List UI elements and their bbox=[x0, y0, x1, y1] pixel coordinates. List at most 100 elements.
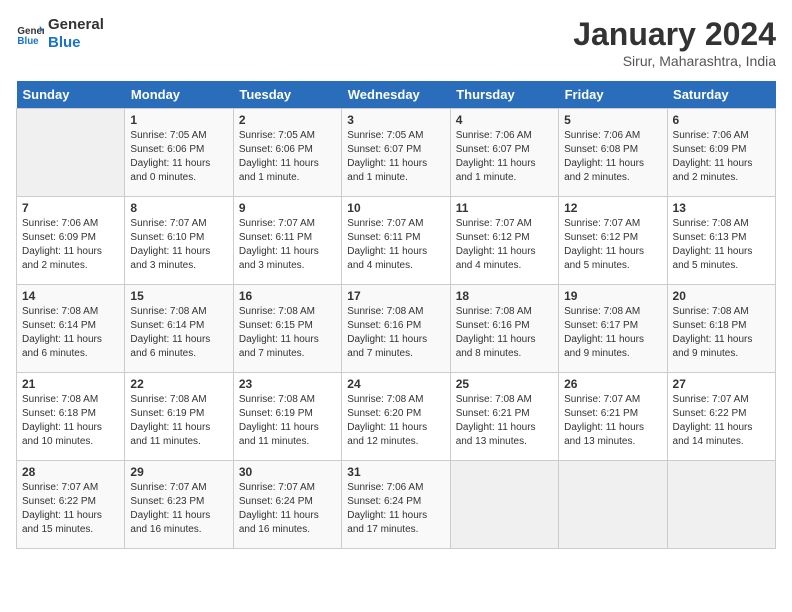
cell-info: Sunrise: 7:06 AMSunset: 6:24 PMDaylight:… bbox=[347, 481, 444, 537]
calendar-cell: 7 Sunrise: 7:06 AMSunset: 6:09 PMDaylight… bbox=[17, 197, 125, 285]
day-number: 17 bbox=[347, 289, 444, 303]
cell-info: Sunrise: 7:07 AMSunset: 6:23 PMDaylight:… bbox=[130, 481, 227, 537]
cell-info: Sunrise: 7:07 AMSunset: 6:12 PMDaylight:… bbox=[456, 217, 553, 273]
cell-info: Sunrise: 7:08 AMSunset: 6:18 PMDaylight:… bbox=[22, 393, 119, 449]
day-number: 8 bbox=[130, 201, 227, 215]
week-row-5: 28Sunrise: 7:07 AMSunset: 6:22 PMDayligh… bbox=[17, 461, 776, 549]
day-number: 25 bbox=[456, 377, 553, 391]
day-number: 30 bbox=[239, 465, 336, 479]
calendar-cell: 13Sunrise: 7:08 AMSunset: 6:13 PMDayligh… bbox=[667, 197, 775, 285]
cell-info: Sunrise: 7:08 AMSunset: 6:17 PMDaylight:… bbox=[564, 305, 661, 361]
cell-info: Sunrise: 7:07 AMSunset: 6:11 PMDaylight:… bbox=[347, 217, 444, 273]
cell-info: Sunrise: 7:08 AMSunset: 6:15 PMDaylight:… bbox=[239, 305, 336, 361]
day-header-thursday: Thursday bbox=[450, 81, 558, 109]
cell-info: Sunrise: 7:07 AMSunset: 6:22 PMDaylight:… bbox=[673, 393, 770, 449]
logo: General Blue General Blue bbox=[16, 16, 104, 52]
calendar-cell: 12Sunrise: 7:07 AMSunset: 6:12 PMDayligh… bbox=[559, 197, 667, 285]
day-number: 14 bbox=[22, 289, 119, 303]
cell-info: Sunrise: 7:08 AMSunset: 6:21 PMDaylight:… bbox=[456, 393, 553, 449]
day-number: 24 bbox=[347, 377, 444, 391]
cell-info: Sunrise: 7:05 AMSunset: 6:06 PMDaylight:… bbox=[130, 129, 227, 185]
calendar-title: January 2024 bbox=[573, 16, 776, 53]
day-number: 15 bbox=[130, 289, 227, 303]
calendar-cell: 6 Sunrise: 7:06 AMSunset: 6:09 PMDaylight… bbox=[667, 109, 775, 197]
calendar-cell: 27 Sunrise: 7:07 AMSunset: 6:22 PMDayligh… bbox=[667, 373, 775, 461]
calendar-cell: 5Sunrise: 7:06 AMSunset: 6:08 PMDaylight… bbox=[559, 109, 667, 197]
calendar-cell: 28Sunrise: 7:07 AMSunset: 6:22 PMDayligh… bbox=[17, 461, 125, 549]
day-number: 6 bbox=[673, 113, 770, 127]
calendar-cell: 23 Sunrise: 7:08 AMSunset: 6:19 PMDayligh… bbox=[233, 373, 341, 461]
calendar-cell: 11 Sunrise: 7:07 AMSunset: 6:12 PMDayligh… bbox=[450, 197, 558, 285]
day-number: 27 bbox=[673, 377, 770, 391]
day-header-friday: Friday bbox=[559, 81, 667, 109]
day-header-monday: Monday bbox=[125, 81, 233, 109]
week-row-2: 7 Sunrise: 7:06 AMSunset: 6:09 PMDaylight… bbox=[17, 197, 776, 285]
cell-info: Sunrise: 7:06 AMSunset: 6:09 PMDaylight:… bbox=[673, 129, 770, 185]
day-number: 7 bbox=[22, 201, 119, 215]
calendar-cell: 24 Sunrise: 7:08 AMSunset: 6:20 PMDayligh… bbox=[342, 373, 450, 461]
calendar-cell: 4 Sunrise: 7:06 AMSunset: 6:07 PMDaylight… bbox=[450, 109, 558, 197]
cell-info: Sunrise: 7:05 AMSunset: 6:06 PMDaylight:… bbox=[239, 129, 336, 185]
day-number: 9 bbox=[239, 201, 336, 215]
cell-info: Sunrise: 7:07 AMSunset: 6:11 PMDaylight:… bbox=[239, 217, 336, 273]
cell-info: Sunrise: 7:08 AMSunset: 6:18 PMDaylight:… bbox=[673, 305, 770, 361]
day-number: 22 bbox=[130, 377, 227, 391]
cell-info: Sunrise: 7:05 AMSunset: 6:07 PMDaylight:… bbox=[347, 129, 444, 185]
day-number: 23 bbox=[239, 377, 336, 391]
calendar-cell: 3 Sunrise: 7:05 AMSunset: 6:07 PMDaylight… bbox=[342, 109, 450, 197]
day-number: 11 bbox=[456, 201, 553, 215]
cell-info: Sunrise: 7:08 AMSunset: 6:14 PMDaylight:… bbox=[22, 305, 119, 361]
calendar-cell: 20 Sunrise: 7:08 AMSunset: 6:18 PMDayligh… bbox=[667, 285, 775, 373]
calendar-cell: 26 Sunrise: 7:07 AMSunset: 6:21 PMDayligh… bbox=[559, 373, 667, 461]
week-row-4: 21Sunrise: 7:08 AMSunset: 6:18 PMDayligh… bbox=[17, 373, 776, 461]
calendar-cell: 29 Sunrise: 7:07 AMSunset: 6:23 PMDayligh… bbox=[125, 461, 233, 549]
logo-blue: Blue bbox=[48, 34, 104, 52]
cell-info: Sunrise: 7:08 AMSunset: 6:14 PMDaylight:… bbox=[130, 305, 227, 361]
calendar-cell bbox=[667, 461, 775, 549]
day-number: 20 bbox=[673, 289, 770, 303]
title-block: January 2024 Sirur, Maharashtra, India bbox=[573, 16, 776, 69]
day-number: 28 bbox=[22, 465, 119, 479]
calendar-cell: 15 Sunrise: 7:08 AMSunset: 6:14 PMDayligh… bbox=[125, 285, 233, 373]
logo-general: General bbox=[48, 16, 104, 34]
day-number: 29 bbox=[130, 465, 227, 479]
svg-text:Blue: Blue bbox=[17, 36, 39, 47]
page-header: General Blue General Blue January 2024 S… bbox=[16, 16, 776, 69]
day-header-saturday: Saturday bbox=[667, 81, 775, 109]
calendar-cell: 19 Sunrise: 7:08 AMSunset: 6:17 PMDayligh… bbox=[559, 285, 667, 373]
calendar-cell: 18Sunrise: 7:08 AMSunset: 6:16 PMDayligh… bbox=[450, 285, 558, 373]
calendar-cell: 14 Sunrise: 7:08 AMSunset: 6:14 PMDayligh… bbox=[17, 285, 125, 373]
cell-info: Sunrise: 7:06 AMSunset: 6:09 PMDaylight:… bbox=[22, 217, 119, 273]
cell-info: Sunrise: 7:08 AMSunset: 6:20 PMDaylight:… bbox=[347, 393, 444, 449]
calendar-cell: 2 Sunrise: 7:05 AMSunset: 6:06 PMDaylight… bbox=[233, 109, 341, 197]
header-row: SundayMondayTuesdayWednesdayThursdayFrid… bbox=[17, 81, 776, 109]
day-number: 18 bbox=[456, 289, 553, 303]
calendar-cell: 9 Sunrise: 7:07 AMSunset: 6:11 PMDaylight… bbox=[233, 197, 341, 285]
calendar-cell bbox=[17, 109, 125, 197]
calendar-cell: 22Sunrise: 7:08 AMSunset: 6:19 PMDayligh… bbox=[125, 373, 233, 461]
day-number: 19 bbox=[564, 289, 661, 303]
calendar-cell: 10Sunrise: 7:07 AMSunset: 6:11 PMDayligh… bbox=[342, 197, 450, 285]
day-number: 4 bbox=[456, 113, 553, 127]
cell-info: Sunrise: 7:08 AMSunset: 6:16 PMDaylight:… bbox=[347, 305, 444, 361]
day-header-tuesday: Tuesday bbox=[233, 81, 341, 109]
day-number: 2 bbox=[239, 113, 336, 127]
calendar-cell bbox=[450, 461, 558, 549]
calendar-cell bbox=[559, 461, 667, 549]
week-row-3: 14 Sunrise: 7:08 AMSunset: 6:14 PMDayligh… bbox=[17, 285, 776, 373]
calendar-cell: 16Sunrise: 7:08 AMSunset: 6:15 PMDayligh… bbox=[233, 285, 341, 373]
day-header-sunday: Sunday bbox=[17, 81, 125, 109]
day-number: 3 bbox=[347, 113, 444, 127]
day-number: 26 bbox=[564, 377, 661, 391]
day-number: 31 bbox=[347, 465, 444, 479]
calendar-cell: 31 Sunrise: 7:06 AMSunset: 6:24 PMDayligh… bbox=[342, 461, 450, 549]
logo-icon: General Blue bbox=[16, 20, 44, 48]
calendar-table: SundayMondayTuesdayWednesdayThursdayFrid… bbox=[16, 81, 776, 549]
calendar-cell: 30Sunrise: 7:07 AMSunset: 6:24 PMDayligh… bbox=[233, 461, 341, 549]
cell-info: Sunrise: 7:07 AMSunset: 6:21 PMDaylight:… bbox=[564, 393, 661, 449]
cell-info: Sunrise: 7:06 AMSunset: 6:08 PMDaylight:… bbox=[564, 129, 661, 185]
cell-info: Sunrise: 7:06 AMSunset: 6:07 PMDaylight:… bbox=[456, 129, 553, 185]
calendar-cell: 8Sunrise: 7:07 AMSunset: 6:10 PMDaylight… bbox=[125, 197, 233, 285]
cell-info: Sunrise: 7:08 AMSunset: 6:19 PMDaylight:… bbox=[239, 393, 336, 449]
day-header-wednesday: Wednesday bbox=[342, 81, 450, 109]
